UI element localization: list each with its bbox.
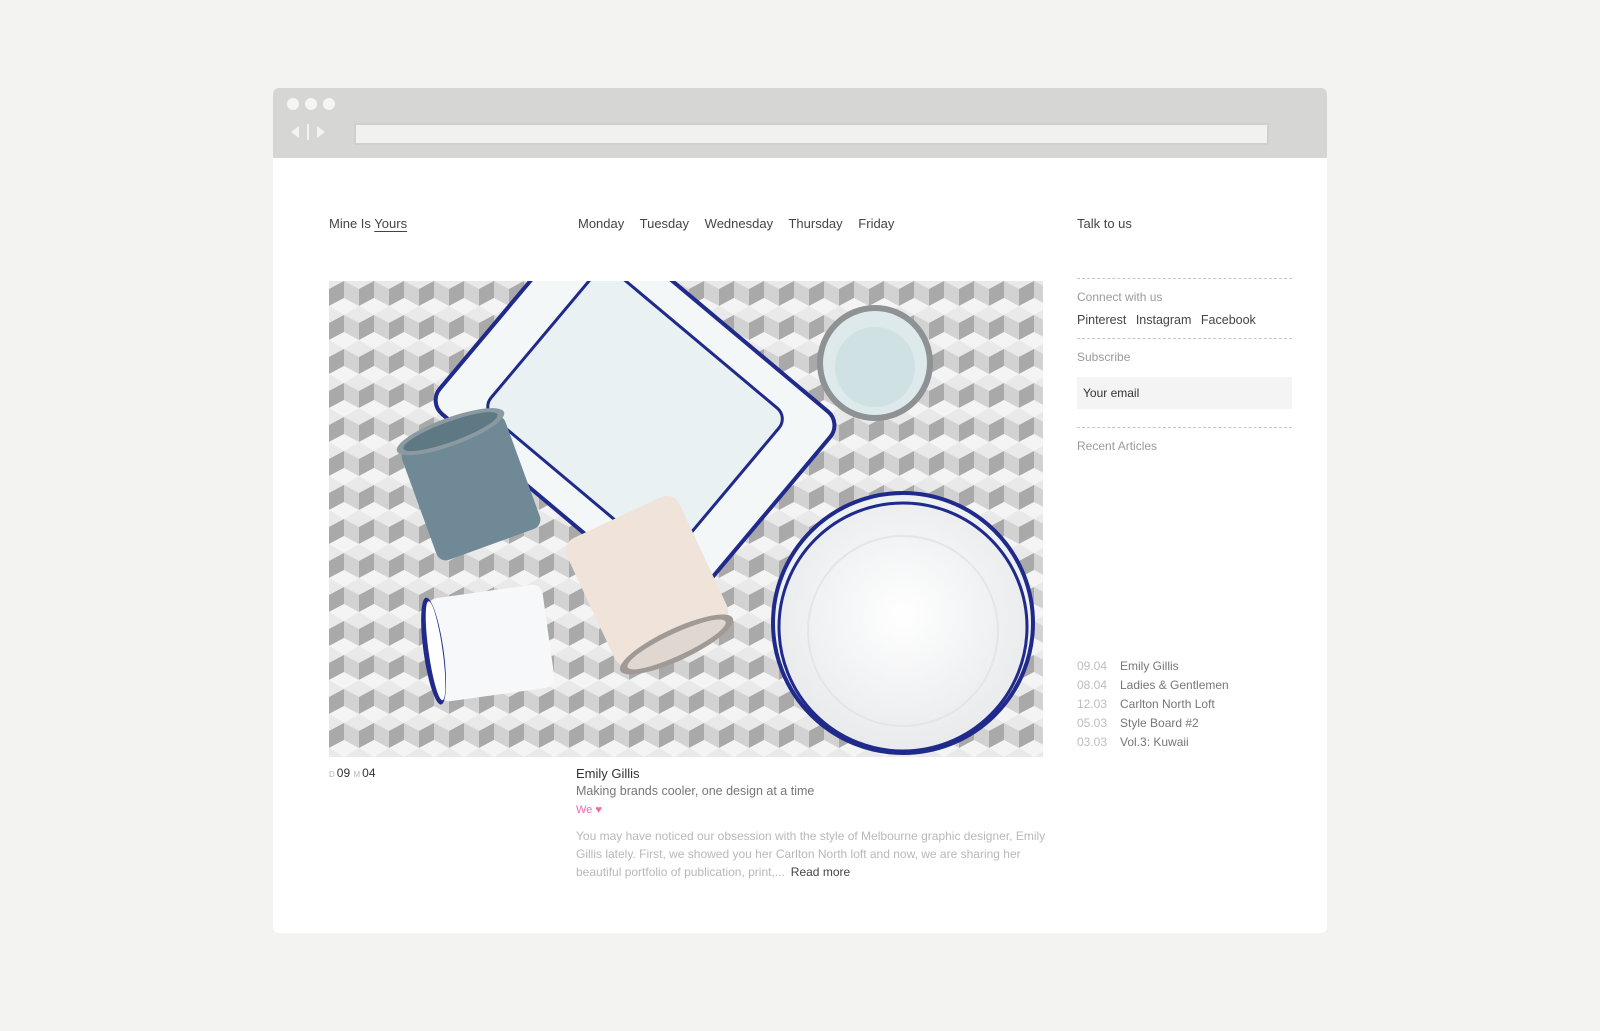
divider [1077,427,1292,428]
window-dot-icon[interactable] [323,98,335,110]
read-more-link[interactable]: Read more [791,865,850,879]
post-date: D 09 M 04 [329,766,376,780]
recent-articles-label: Recent Articles [1077,439,1158,453]
article-date: 09.04 [1077,659,1108,673]
article-date: 05.03 [1077,716,1108,730]
list-item[interactable]: 03.03 Vol.3: Kuwaii [1077,735,1292,754]
recent-articles-list: 09.04 Emily Gillis 08.04 Ladies & Gentleme… [1077,659,1292,754]
list-item[interactable]: 12.03 Carlton North Loft [1077,697,1292,716]
nav-friday[interactable]: Friday [858,216,894,231]
nav-wednesday[interactable]: Wednesday [705,216,773,231]
browser-chrome [273,88,1327,158]
article-date: 03.03 [1077,735,1108,749]
connect-label: Connect with us [1077,290,1163,304]
post-day: 09 [336,766,351,780]
month-label: M [353,770,361,779]
logo-prefix: Mine Is [329,216,371,231]
social-links: Pinterest Instagram Facebook [1077,313,1292,327]
hero-image[interactable] [329,281,1043,757]
nav-monday[interactable]: Monday [578,216,624,231]
address-bar[interactable] [354,123,1269,145]
pinterest-link[interactable]: Pinterest [1077,313,1126,327]
web-page: Mine Is Yours Monday Tuesday Wednesday T… [273,158,1327,933]
subscribe-label: Subscribe [1077,350,1131,364]
back-forward-icon[interactable] [289,124,329,140]
article-title[interactable]: Ladies & Gentlemen [1120,678,1229,692]
article-title[interactable]: Carlton North Loft [1120,697,1215,711]
list-item[interactable]: 08.04 Ladies & Gentlemen [1077,678,1292,697]
email-input[interactable]: Your email [1077,377,1292,409]
day-navigation: Monday Tuesday Wednesday Thursday Friday [578,216,906,231]
post-excerpt: You may have noticed our obsession with … [576,827,1046,881]
heart-icon: ♥ [595,804,602,816]
divider [1077,278,1292,279]
day-label: D [329,770,335,779]
site-logo[interactable]: Mine Is Yours [329,216,407,231]
nav-tuesday[interactable]: Tuesday [640,216,689,231]
list-item[interactable]: 09.04 Emily Gillis [1077,659,1292,678]
window-dot-icon[interactable] [305,98,317,110]
love-tag-label: We [576,804,593,816]
post-title[interactable]: Emily Gillis [576,766,640,781]
instagram-link[interactable]: Instagram [1136,313,1192,327]
nav-thursday[interactable]: Thursday [788,216,842,231]
article-title[interactable]: Emily Gillis [1120,659,1179,673]
article-date: 12.03 [1077,697,1108,711]
logo-link[interactable]: Yours [374,216,407,231]
facebook-link[interactable]: Facebook [1201,313,1256,327]
article-title[interactable]: Style Board #2 [1120,716,1199,730]
article-date: 08.04 [1077,678,1108,692]
post-month: 04 [362,766,376,780]
divider [1077,338,1292,339]
browser-window: Mine Is Yours Monday Tuesday Wednesday T… [273,88,1327,933]
list-item[interactable]: 05.03 Style Board #2 [1077,716,1292,735]
contact-link[interactable]: Talk to us [1077,216,1132,231]
article-title[interactable]: Vol.3: Kuwaii [1120,735,1189,749]
post-subtitle: Making brands cooler, one design at a ti… [576,784,815,798]
enamelware-photo [329,281,1043,757]
sidebar: Connect with us Pinterest Instagram Face… [1077,278,1292,453]
love-tag[interactable]: We ♥ [576,804,602,816]
window-dot-icon[interactable] [287,98,299,110]
